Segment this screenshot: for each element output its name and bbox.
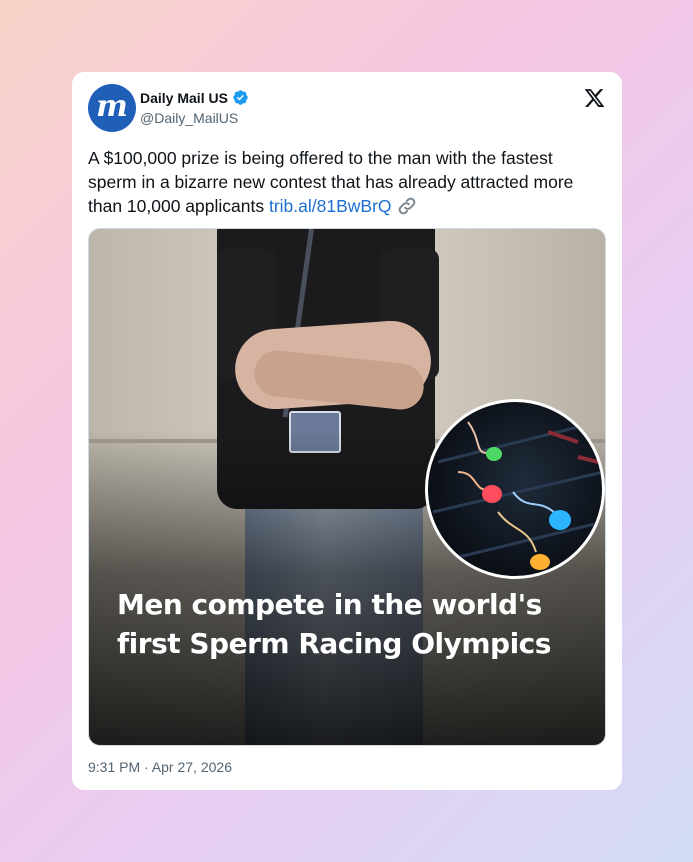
avatar-logo-letter: m: [96, 89, 128, 124]
media-headline: Men compete in the world's first Sperm R…: [117, 588, 551, 660]
x-logo-icon[interactable]: [583, 87, 606, 109]
inset-sperm-illustration: [425, 399, 605, 579]
tweet-card: m Daily Mail US @Daily_MailUS A $100,000…: [72, 72, 622, 790]
author-name-row: Daily Mail US: [140, 89, 249, 106]
media-image[interactable]: Men compete in the world's first Sperm R…: [88, 228, 606, 746]
tweet-timestamp[interactable]: 9:31 PM · Apr 27, 2026: [88, 759, 232, 775]
avatar[interactable]: m: [88, 84, 136, 132]
verified-badge-icon: [233, 90, 248, 105]
author-name[interactable]: Daily Mail US: [140, 90, 228, 106]
link-icon: [398, 197, 415, 215]
tweet-text: A $100,000 prize is being offered to the…: [88, 146, 598, 218]
sperm-race-graphic: [432, 420, 602, 570]
author-handle[interactable]: @Daily_MailUS: [140, 110, 238, 126]
tweet-link[interactable]: trib.al/81BwBrQ: [269, 196, 392, 216]
